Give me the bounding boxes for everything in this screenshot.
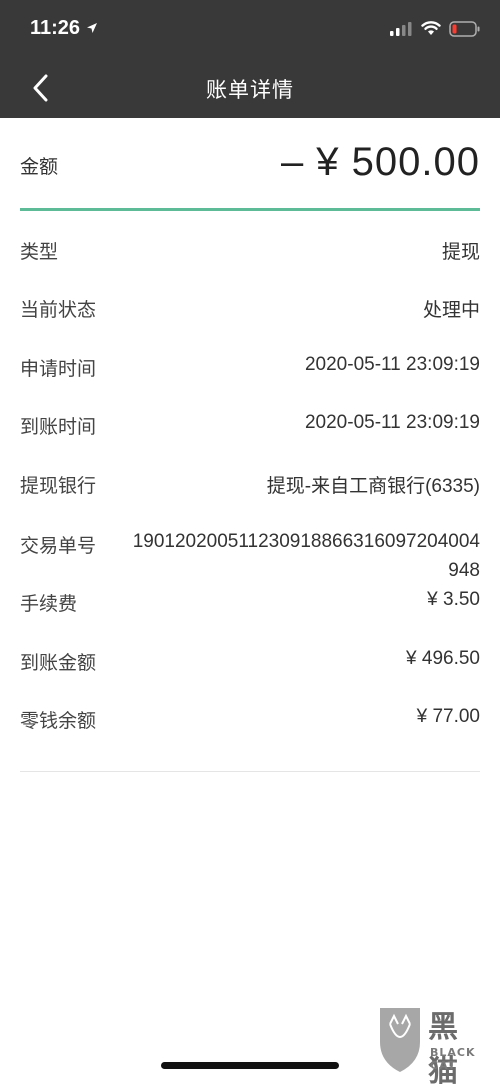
detail-row-fee: 手续费 ¥ 3.50	[20, 589, 480, 629]
row-label: 到账时间	[20, 416, 97, 438]
detail-row-bank: 提现银行 提现-来自工商银行(6335)	[20, 471, 480, 511]
row-value: 提现-来自工商银行(6335)	[266, 476, 480, 497]
status-bar: 11:26	[0, 0, 500, 58]
row-label: 零钱余额	[20, 710, 97, 732]
row-label: 提现银行	[20, 475, 97, 497]
cat-shield-logo-icon	[380, 1008, 420, 1072]
detail-row-received-amount: 到账金额 ¥ 496.50	[20, 648, 480, 688]
detail-row-type: 类型 提现	[20, 237, 480, 277]
detail-row-status: 当前状态 处理中	[20, 295, 480, 335]
amount-row: 金额 – ¥ 500.00	[20, 118, 480, 211]
row-value: ¥ 496.50	[406, 648, 480, 669]
detail-row-apply-time: 申请时间 2020-05-11 23:09:19	[20, 354, 480, 394]
battery-low-icon	[449, 21, 480, 37]
transaction-id-value: 190120200511230918866316097204004948	[132, 531, 480, 581]
amount-label: 金额	[20, 156, 59, 178]
row-label: 当前状态	[20, 299, 97, 321]
nav-bar: 账单详情	[0, 58, 500, 118]
row-value: 2020-05-11 23:09:19	[304, 412, 480, 433]
location-arrow-icon	[87, 23, 97, 33]
watermark: 黑猫 BLACK CAT	[376, 1000, 486, 1089]
page-title: 账单详情	[206, 78, 294, 102]
status-time: 11:26	[30, 17, 81, 39]
row-label: 手续费	[20, 593, 78, 615]
row-value: 2020-05-11 23:09:19	[304, 354, 480, 375]
amount-value: – ¥ 500.00	[280, 140, 480, 184]
detail-row-transaction-id: 交易单号 19012020051123091886631609720400494…	[20, 531, 480, 591]
row-label: 申请时间	[20, 358, 97, 380]
watermark-subtext: BLACK CAT	[430, 1046, 476, 1072]
home-indicator[interactable]	[161, 1062, 339, 1069]
detail-row-balance: 零钱余额 ¥ 77.00	[20, 706, 480, 746]
row-label: 交易单号	[20, 535, 97, 557]
row-value: 提现	[441, 242, 480, 263]
wifi-icon	[421, 21, 441, 35]
detail-row-arrival-time: 到账时间 2020-05-11 23:09:19	[20, 412, 480, 452]
row-value: ¥ 77.00	[416, 706, 480, 727]
row-value: 处理中	[422, 300, 480, 321]
row-label: 类型	[20, 241, 59, 263]
divider	[20, 771, 480, 772]
cellular-signal-icon	[390, 22, 412, 36]
row-value: ¥ 3.50	[427, 589, 480, 610]
row-label: 到账金额	[20, 652, 97, 674]
